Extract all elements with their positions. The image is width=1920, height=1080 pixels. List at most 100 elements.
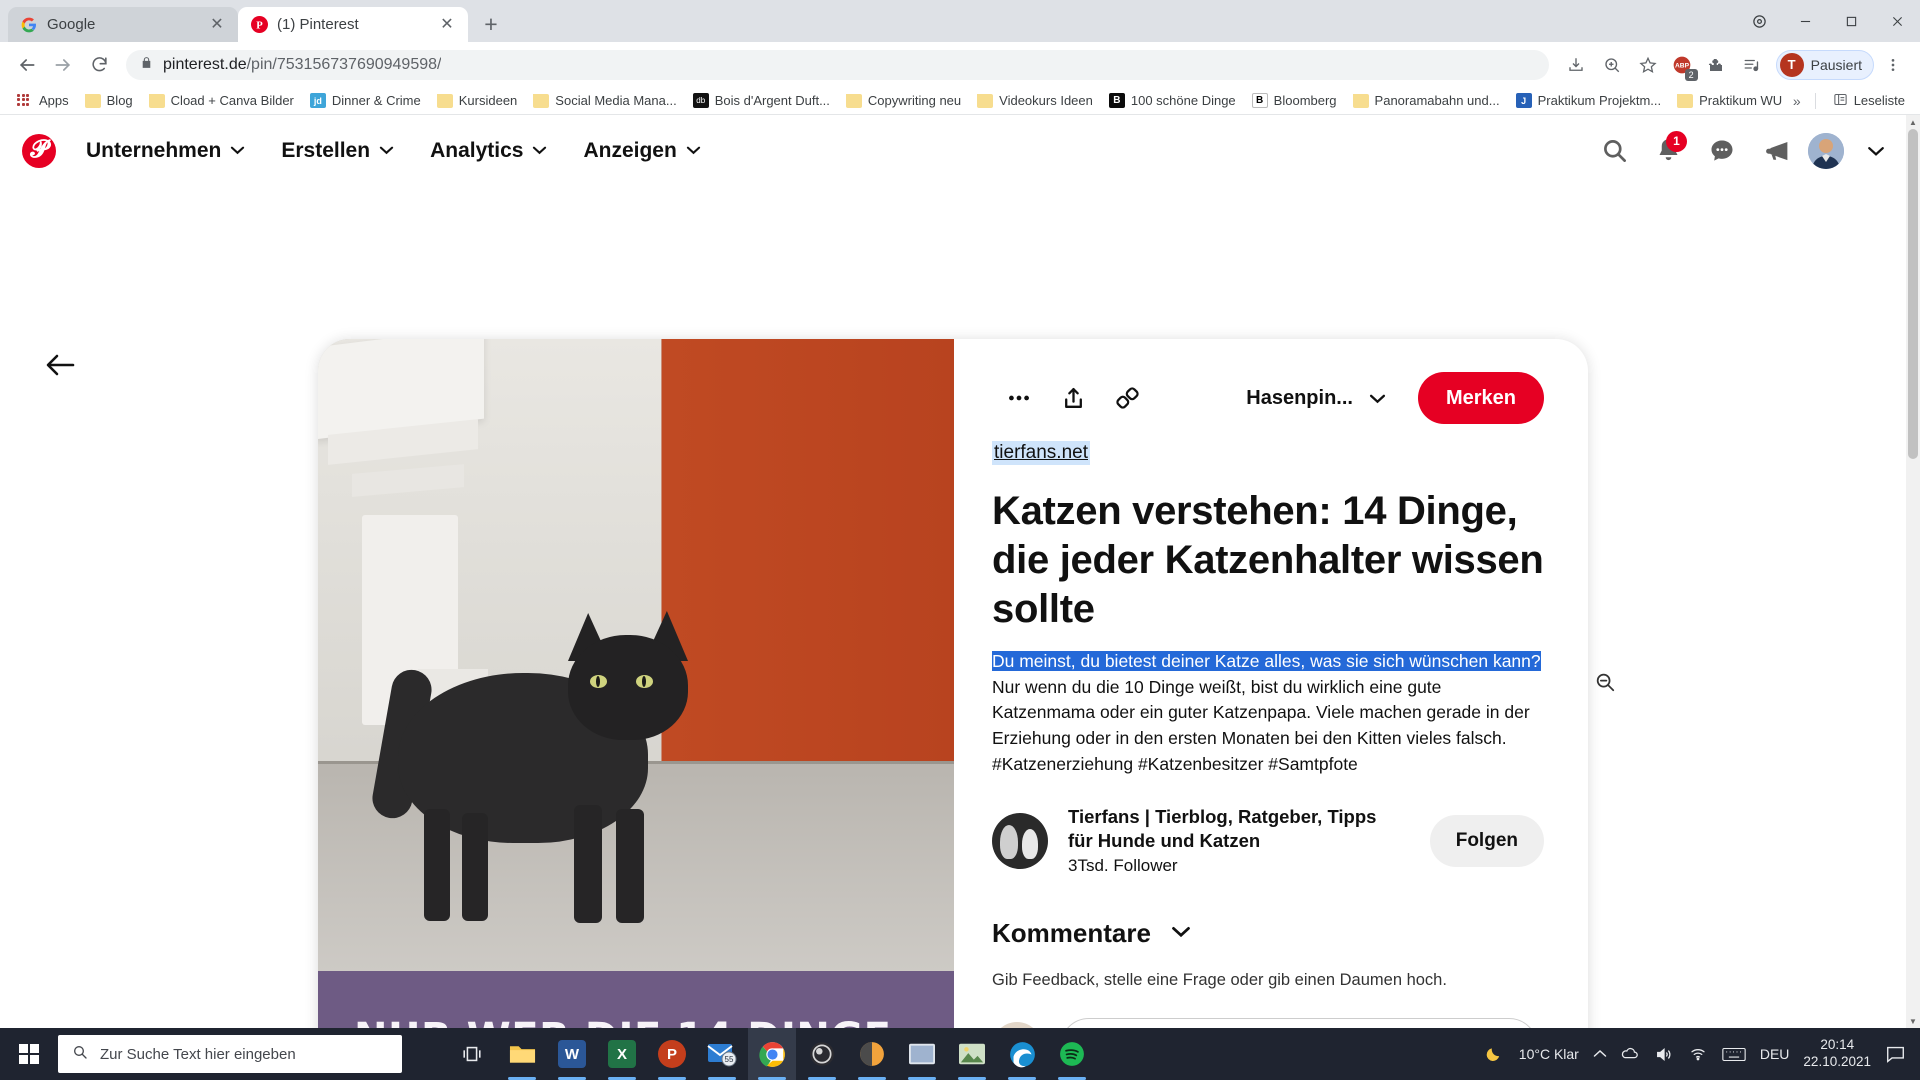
powerpoint-icon[interactable]: P (648, 1028, 696, 1080)
black-site-icon: db (692, 93, 709, 108)
nav-erstellen[interactable]: Erstellen (263, 129, 412, 173)
close-icon[interactable]: ✕ (208, 16, 226, 34)
source-link[interactable]: tierfans.net (992, 441, 1090, 465)
black-cat (369, 583, 708, 923)
bookmark-videokurs-ideen[interactable]: Videokurs Ideen (970, 90, 1100, 111)
speaker-icon[interactable] (1654, 1045, 1674, 1064)
adblock-icon[interactable]: ABP 2 (1667, 50, 1698, 81)
language-indicator[interactable]: DEU (1760, 1046, 1790, 1062)
edge-icon[interactable] (998, 1028, 1046, 1080)
minimize-button[interactable] (1782, 0, 1828, 42)
bookmark-kursideen[interactable]: Kursideen (430, 90, 525, 111)
bookmark-100-schoene-dinge[interactable]: B 100 schöne Dinge (1102, 90, 1243, 111)
bookmark-praktikum-projektm[interactable]: J Praktikum Projektm... (1509, 90, 1669, 111)
word-icon[interactable]: W (548, 1028, 596, 1080)
board-selector[interactable]: Hasenpin... (1232, 377, 1400, 420)
explorer2-icon[interactable] (898, 1028, 946, 1080)
bookmark-bois-dargent-duft[interactable]: db Bois d'Argent Duft... (686, 90, 837, 111)
file-explorer-icon[interactable] (498, 1028, 546, 1080)
back-arrow-icon[interactable] (38, 343, 82, 387)
more-options-icon[interactable] (992, 371, 1046, 425)
reading-list-button[interactable]: Leseliste (1826, 89, 1912, 113)
creator-name[interactable]: Tierfans | Tierblog, Ratgeber, Tipps für… (1068, 805, 1398, 853)
keyboard-icon[interactable] (1722, 1046, 1746, 1063)
bookmark-praktikum-wu[interactable]: Praktikum WU (1670, 90, 1789, 111)
chrome-icon[interactable] (748, 1028, 796, 1080)
bell-icon[interactable]: 1 (1646, 129, 1690, 173)
kebab-menu-icon[interactable] (1876, 48, 1910, 82)
image-icon[interactable] (948, 1028, 996, 1080)
clock[interactable]: 20:14 22.10.2021 (1803, 1037, 1871, 1071)
close-icon[interactable]: ✕ (438, 16, 456, 34)
chevron-down-icon[interactable] (1854, 129, 1898, 173)
scroll-up-arrow[interactable]: ▲ (1906, 115, 1920, 129)
obs-icon[interactable] (798, 1028, 846, 1080)
scroll-down-arrow[interactable]: ▼ (1906, 1014, 1920, 1028)
puzzle-icon[interactable] (1699, 48, 1733, 82)
browser-icon[interactable] (848, 1028, 896, 1080)
nav-analytics[interactable]: Analytics (412, 129, 565, 173)
bookmarks-overflow-icon[interactable]: » (1789, 93, 1805, 109)
moon-icon (1485, 1044, 1505, 1064)
excel-glyph: X (608, 1040, 636, 1068)
save-button[interactable]: Merken (1417, 372, 1544, 424)
reload-button[interactable] (82, 48, 116, 82)
spotify-icon[interactable] (1048, 1028, 1096, 1080)
pin-image[interactable]: NUR WER DIE 14 DINGE WEISS, IST EIN GUTE… (318, 339, 954, 1028)
maximize-button[interactable] (1828, 0, 1874, 42)
scroll-thumb[interactable] (1908, 129, 1918, 459)
bookmark-blog[interactable]: Blog (78, 90, 140, 111)
follow-button[interactable]: Folgen (1429, 814, 1544, 867)
nav-unternehmen[interactable]: Unternehmen (68, 129, 263, 173)
pinterest-page: 𝓟 Unternehmen Erstellen Analytics Anzeig… (0, 115, 1920, 1028)
nav-anzeigen[interactable]: Anzeigen (565, 129, 718, 173)
creator-avatar[interactable] (992, 812, 1048, 869)
megaphone-icon[interactable] (1754, 129, 1798, 173)
avatar[interactable] (1808, 132, 1844, 169)
reading-list-label: Leseliste (1853, 93, 1905, 108)
bookmark-cload-canva-bilder[interactable]: Cload + Canva Bilder (142, 90, 301, 111)
back-button[interactable] (10, 48, 44, 82)
link-icon[interactable] (1100, 371, 1154, 425)
profile-chip[interactable]: T Pausiert (1775, 49, 1874, 80)
install-app-icon[interactable] (1559, 48, 1593, 82)
pin-actions: Hasenpin... Merken (992, 367, 1544, 429)
settings-icon[interactable] (1736, 0, 1782, 42)
zoom-icon[interactable] (1595, 48, 1629, 82)
star-icon[interactable] (1631, 48, 1665, 82)
powerpoint-glyph: P (658, 1040, 686, 1068)
new-tab-button[interactable]: + (474, 7, 508, 41)
pinterest-logo[interactable]: 𝓟 (22, 133, 56, 168)
taskbar-search-input[interactable]: Zur Suche Text hier eingeben (58, 1035, 402, 1073)
address-bar[interactable]: pinterest.de/pin/753156737690949598/ (126, 49, 1549, 80)
windows-start-icon[interactable] (0, 1028, 58, 1080)
bookmark-social-media-mana[interactable]: Social Media Mana... (526, 90, 683, 111)
chat-icon[interactable] (1700, 129, 1744, 173)
pin-detail-column: Hasenpin... Merken tierfans.net Katzen v… (954, 339, 1588, 1028)
bookmark-apps[interactable]: Apps (10, 90, 76, 111)
tab-pinterest[interactable]: P (1) Pinterest ✕ (238, 7, 468, 42)
share-icon[interactable] (1046, 371, 1100, 425)
bookmark-panoramabahn-und[interactable]: Panoramabahn und... (1346, 90, 1507, 111)
media-list-icon[interactable] (1735, 48, 1769, 82)
forward-button[interactable] (46, 48, 80, 82)
page-scrollbar[interactable]: ▲ ▼ (1906, 115, 1920, 1028)
cloud-icon[interactable] (1621, 1045, 1640, 1064)
task-view-icon[interactable] (448, 1028, 496, 1080)
action-center-icon[interactable] (1885, 1045, 1906, 1064)
close-window-button[interactable] (1874, 0, 1920, 42)
weather-text[interactable]: 10°C Klar (1519, 1046, 1579, 1062)
tray-expand-chevron-icon[interactable] (1593, 1049, 1607, 1059)
mail-icon[interactable]: 55 (698, 1028, 746, 1080)
tab-google[interactable]: Google ✕ (8, 7, 238, 42)
excel-icon[interactable]: X (598, 1028, 646, 1080)
bookmark-copywriting-neu[interactable]: Copywriting neu (839, 90, 968, 111)
comment-input[interactable]: Kommentar hinzufügen (1060, 1018, 1538, 1028)
comments-header[interactable]: Kommentare (992, 918, 1544, 949)
bookmark-bloomberg[interactable]: B Bloomberg (1245, 90, 1344, 111)
bookmark-dinner-crime[interactable]: jd Dinner & Crime (303, 90, 428, 111)
zoom-out-icon[interactable] (1588, 665, 1622, 699)
wifi-icon[interactable] (1688, 1045, 1708, 1063)
chevron-down-icon[interactable] (1171, 925, 1191, 943)
search-icon[interactable] (1592, 129, 1636, 173)
